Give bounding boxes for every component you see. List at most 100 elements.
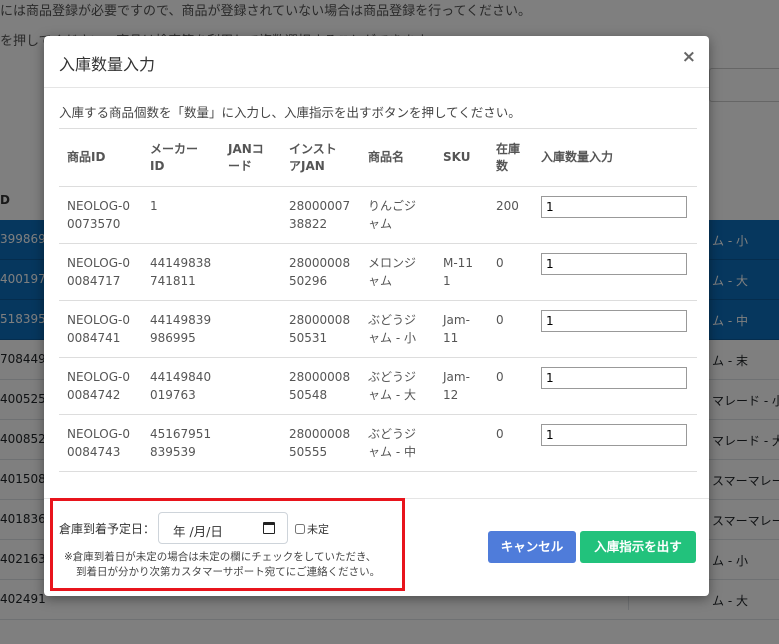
col-jan-code-cell	[220, 186, 281, 244]
cell-text: 28000007	[289, 199, 351, 213]
header-text: メーカー	[150, 141, 199, 156]
col-stock-cell: 0	[488, 357, 533, 415]
header-text: JANコ	[228, 141, 264, 156]
cell-text: NEOLOG-0	[67, 370, 130, 384]
close-icon[interactable]: ×	[682, 49, 696, 66]
cell-text: 12	[443, 388, 459, 402]
quantity-input[interactable]	[541, 367, 687, 389]
col-instore-jan-cell: 28000007 38822	[281, 186, 360, 244]
col-jan-code-cell	[220, 357, 281, 415]
col-product-id-cell: NEOLOG-0 0084717	[59, 243, 142, 301]
cell-text: 50531	[289, 331, 328, 345]
cell-text: 28000008	[289, 370, 351, 384]
col-jan-code-cell	[220, 243, 281, 301]
col-instore-jan-cell: 28000008 50296	[281, 243, 360, 301]
cell-text: 1	[443, 274, 451, 288]
cell-text: 741811	[150, 274, 196, 288]
col-product-id-cell: NEOLOG-0 0073570	[59, 186, 142, 244]
col-stock-cell: 0	[488, 243, 533, 301]
col-product-name-cell: ぶどうジ ャム - 中	[360, 414, 435, 472]
cell-text: NEOLOG-0	[67, 313, 130, 327]
col-maker-id-cell: 44149839 986995	[142, 300, 220, 358]
cell-text: 0073570	[67, 217, 121, 231]
table-row: NEOLOG-0 0073570 1 28000007 38822 りんごジャム 200	[59, 186, 697, 244]
col-jan-code-cell	[220, 414, 281, 472]
table-row: NEOLOG-0 0084741 44149839 986995 28000008 505…	[59, 300, 697, 358]
col-sku-cell	[435, 186, 488, 244]
col-maker-id-header: メーカー ID	[142, 128, 220, 187]
col-stock-header: 在庫数	[488, 128, 533, 187]
cell-text: 50296	[289, 274, 328, 288]
instruction-text: 入庫する商品個数を「数量」に入力し、入庫指示を出すボタンを押してください。	[59, 105, 521, 120]
col-sku-cell	[435, 414, 488, 472]
highlight-box	[50, 498, 405, 591]
col-product-name-cell: ぶどうジャム - 大	[360, 357, 435, 415]
cell-text: 44149839	[150, 313, 212, 327]
quantity-input[interactable]	[541, 196, 687, 218]
cell-text: ャム	[368, 217, 393, 231]
cell-text: メロンジ	[368, 256, 417, 270]
col-product-name-cell: ぶどうジャム - 小	[360, 300, 435, 358]
header-text: インスト	[289, 141, 337, 156]
cell-text: Jam-	[443, 313, 470, 327]
cell-text: ャム	[368, 274, 393, 288]
col-product-id-header: 商品ID	[59, 128, 142, 187]
cell-text: M-11	[443, 256, 473, 270]
cell-text: ャム - 小	[368, 331, 416, 345]
header-text: 商品名	[368, 150, 405, 164]
modal-header: 入庫数量入力 ×	[44, 36, 709, 88]
col-qty-input-cell	[533, 186, 697, 244]
col-stock-cell: 0	[488, 414, 533, 472]
col-sku-header: SKU	[435, 128, 488, 187]
cancel-button[interactable]: キャンセル	[488, 531, 576, 563]
col-qty-input-cell	[533, 243, 697, 301]
header-text: ード	[228, 158, 253, 173]
col-jan-code-cell	[220, 300, 281, 358]
cell-text: 45167951	[150, 427, 212, 441]
cell-text: 986995	[150, 331, 196, 345]
header-text: 商品ID	[67, 150, 106, 164]
header-text: SKU	[443, 150, 471, 164]
quantity-input[interactable]	[541, 310, 687, 332]
submit-receiving-button[interactable]: 入庫指示を出す	[580, 531, 696, 563]
col-product-id-cell: NEOLOG-0 0084741	[59, 300, 142, 358]
cell-text: 50555	[289, 445, 328, 459]
header-text: ID	[150, 158, 165, 173]
table-header-row: 商品ID メーカー ID JANコ ード インスト アJAN 商品名 SKU 在庫数入庫数量入力	[59, 128, 697, 187]
cell-text: Jam-	[443, 370, 470, 384]
cell-text: 1	[150, 199, 158, 213]
col-qty-input-cell	[533, 357, 697, 415]
col-maker-id-cell: 45167951 839539	[142, 414, 220, 472]
cell-text: 50548	[289, 388, 328, 402]
col-instore-jan-header: インストアJAN	[281, 128, 360, 187]
quantity-input[interactable]	[541, 253, 687, 275]
col-qty-input-cell	[533, 414, 697, 472]
items-table: 商品ID メーカー ID JANコ ード インスト アJAN 商品名 SKU 在庫数入庫数量入力 …	[59, 128, 697, 472]
quantity-input[interactable]	[541, 424, 687, 446]
cell-text: 0084743	[67, 445, 121, 459]
col-sku-cell: Jam- 11	[435, 300, 488, 358]
col-stock-cell: 200	[488, 186, 533, 244]
header-text: アJAN	[289, 158, 325, 173]
cell-text: ぶどうジ	[368, 370, 417, 384]
cell-text: 44149838	[150, 256, 212, 270]
col-product-name-cell: メロンジ ャム	[360, 243, 435, 301]
cell-text: NEOLOG-0	[67, 427, 130, 441]
col-instore-jan-cell: 28000008 50531	[281, 300, 360, 358]
cell-text: 28000008	[289, 256, 351, 270]
col-maker-id-cell: 44149838 741811	[142, 243, 220, 301]
cell-text: ぶどうジ	[368, 313, 417, 327]
header-text: 入庫数量入力	[541, 150, 614, 164]
cell-text: 0084717	[67, 274, 121, 288]
cell-text: 0084742	[67, 388, 121, 402]
cell-text: ャム - 大	[368, 388, 416, 402]
cell-text: NEOLOG-0	[67, 199, 130, 213]
header-text: 在庫	[496, 141, 521, 156]
header-text: 数	[496, 158, 509, 173]
col-instore-jan-cell: 28000008 50555	[281, 414, 360, 472]
cell-text: 839539	[150, 445, 196, 459]
col-sku-cell: M-11 1	[435, 243, 488, 301]
cell-text: りんごジ	[368, 199, 417, 213]
cell-text: 11	[443, 331, 459, 345]
table-row: NEOLOG-0 0084742 44149840 019763 28000008 505…	[59, 357, 697, 415]
